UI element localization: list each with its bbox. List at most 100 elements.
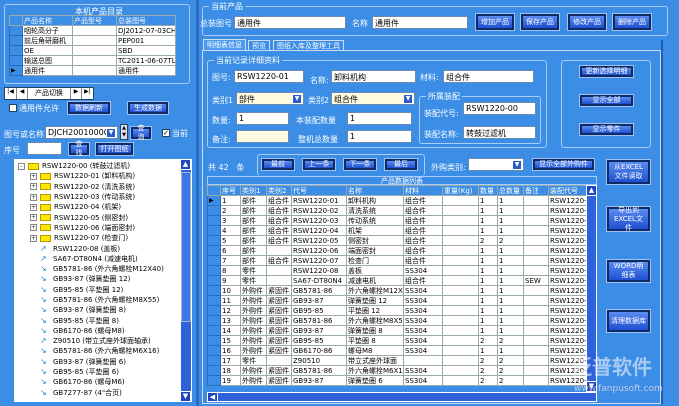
add-product-button[interactable]: 增加产品 bbox=[476, 14, 514, 30]
assembly-code-input[interactable]: RSW1220-00 bbox=[463, 102, 536, 115]
show-all-purchased-button[interactable]: 显示全部外购件 bbox=[533, 159, 594, 170]
tree-node[interactable]: + RSW1220-03 (传动系统) bbox=[18, 192, 181, 202]
assembly-tree[interactable]: - RSW1220-00 (转鼓过滤机) + RSW1220-01 (卸料机构) + RS… bbox=[14, 159, 181, 402]
row-selector[interactable] bbox=[207, 345, 221, 356]
row-selector[interactable] bbox=[207, 325, 221, 336]
category1-select[interactable]: 部件 ▼ bbox=[236, 92, 304, 105]
chevron-down-icon[interactable]: ▼ bbox=[106, 128, 116, 138]
column-header[interactable]: 总数量 bbox=[497, 185, 524, 196]
tree-node[interactable]: + RSW1220-04 (机架) bbox=[18, 202, 181, 212]
table-row[interactable]: 7部件组合件RSW1220-07检查门组合件11RSW1220-00 bbox=[207, 255, 587, 266]
first-record-button[interactable]: 最前 bbox=[262, 159, 294, 170]
export-excel-button[interactable]: 导出到EXCEL文件 bbox=[607, 206, 650, 232]
tree-node[interactable]: ↘ GB93-87 (弹簧垫圈 8) bbox=[18, 305, 181, 315]
tree-node[interactable]: + RSW1220-01 (卸料机构) bbox=[18, 171, 181, 181]
expand-icon[interactable]: + bbox=[30, 214, 37, 222]
generate-data-button[interactable]: 生成数据 bbox=[128, 102, 168, 114]
table-row[interactable]: 4部件组合件RSW1220-04机架组合件11RSW1220-00 bbox=[207, 225, 587, 236]
table-row[interactable]: 5部件组合件RSW1220-05侧密封组合件22RSW1220-00 bbox=[207, 235, 587, 246]
tree-node[interactable]: ↗ SA67-DT80N4 (减速电机) bbox=[18, 254, 181, 264]
tree-node[interactable]: ↘ GB95-85 (平垫圈 6) bbox=[18, 367, 181, 377]
nav-prev-button[interactable]: ◀ bbox=[17, 88, 28, 99]
word-detail-button[interactable]: WORD明细表 bbox=[607, 260, 650, 282]
row-selector[interactable] bbox=[207, 235, 221, 246]
table-row[interactable]: 10 外购件 紧固件 GB5781-86 外六角螺栓M12X SS304 1 1 RSW1220… bbox=[207, 285, 587, 296]
tree-node[interactable]: ↗ Z90510 (带立式座外球面轴承) bbox=[18, 336, 181, 346]
query-button[interactable]: 查询 bbox=[131, 124, 151, 141]
column-header[interactable]: 材料 bbox=[403, 185, 443, 196]
row-selector[interactable]: ▶ bbox=[9, 65, 23, 76]
tree-node[interactable]: + RSW1220-02 (清洗系统) bbox=[18, 182, 181, 192]
table-row[interactable]: 12外购件紧固件GB95-85平垫圈 12SS304 11 RSW1220-00 bbox=[207, 305, 587, 316]
row-selector[interactable] bbox=[207, 315, 221, 326]
tree-node[interactable]: - RSW1220-00 (转鼓过滤机) bbox=[18, 161, 181, 171]
grid-hscrollbar[interactable] bbox=[207, 392, 597, 402]
delete-product-button[interactable]: 删除产品 bbox=[613, 14, 651, 30]
tree-node[interactable]: ↘ GB6170-86 (螺母M6) bbox=[18, 377, 181, 387]
drawing-no-input[interactable]: RSW1220-01 bbox=[234, 70, 304, 83]
table-row[interactable]: 6部件 RSW1220-06端面密封组合件 11 RSW1220-00 bbox=[207, 245, 587, 256]
column-header[interactable]: 备注 bbox=[523, 185, 549, 196]
scroll-left-icon[interactable]: ◀ bbox=[207, 392, 218, 402]
row-selector[interactable] bbox=[207, 265, 221, 276]
last-record-button[interactable]: 最后 bbox=[385, 159, 417, 170]
tree-node[interactable]: ↘ GB5781-86 (外六角螺栓M12X40) bbox=[18, 264, 181, 274]
expand-icon[interactable]: + bbox=[30, 224, 37, 232]
col-header[interactable]: 总装图号 bbox=[116, 15, 176, 26]
tree-node[interactable]: ↗ RSW1220-08 (盖板) bbox=[18, 243, 181, 253]
common-parts-checkbox[interactable] bbox=[9, 104, 17, 112]
seq-input[interactable] bbox=[27, 142, 62, 155]
table-row[interactable]: 14外购件紧固件GB93-87弹簧垫圈 8SS304 11 RSW1220-00 bbox=[207, 325, 587, 336]
table-row[interactable]: 9零件SA67-DT80N4减速电机组合件11SEWRSW1220-00 bbox=[207, 275, 587, 286]
row-selector[interactable] bbox=[207, 295, 221, 306]
product-name-input[interactable]: 通用件 bbox=[372, 16, 468, 29]
catalog-row[interactable]: 输送总图 TC2011-06-07TL bbox=[9, 55, 176, 66]
table-row[interactable]: 16外购件紧固件GB6170-86螺母M8SS304 11 RSW1220-00 bbox=[207, 345, 587, 356]
purchase-category-select[interactable]: ▼ bbox=[468, 158, 524, 171]
col-header[interactable]: 产品名称 bbox=[22, 15, 73, 26]
column-header[interactable]: 名称 bbox=[346, 185, 404, 196]
current-checkbox[interactable]: ✓ bbox=[162, 129, 170, 137]
row-selector[interactable] bbox=[207, 215, 221, 226]
row-selector[interactable] bbox=[207, 355, 221, 366]
table-row[interactable]: 19外购件紧固件GB93-87弹簧垫圈 6SS30422RSW1220-00 bbox=[207, 375, 587, 386]
row-selector[interactable] bbox=[207, 275, 221, 286]
tree-node[interactable]: ↘ GB95-85 (平垫圈 8) bbox=[18, 315, 181, 325]
material-input[interactable]: 组合件 bbox=[443, 70, 534, 83]
row-selector[interactable] bbox=[207, 245, 221, 256]
tree-node[interactable]: ↘ GB93-87 (弹簧垫圈 12) bbox=[18, 274, 181, 284]
next-record-button[interactable]: 下一条 bbox=[344, 159, 376, 170]
tree-node[interactable]: ↘ GB5781-86 (外六角螺栓M8X55) bbox=[18, 295, 181, 305]
table-row[interactable]: 18 外购件 紧固件 GB5781-86 外六角螺栓M6X1 SS304 2 2 RSW1220… bbox=[207, 365, 587, 376]
name-input[interactable]: 卸料机构 bbox=[331, 70, 416, 83]
import-excel-button[interactable]: 从EXCEL文件读取 bbox=[607, 160, 650, 184]
clean-database-button[interactable]: 清理数据库 bbox=[607, 310, 650, 332]
catalog-row[interactable]: 咽轮高分子 DJ2012-07-03CH bbox=[9, 25, 176, 36]
assembly-name-input[interactable]: 转鼓过滤机 bbox=[463, 126, 536, 139]
refresh-data-button[interactable]: 数据刷新 bbox=[68, 102, 110, 114]
modify-product-button[interactable]: 修改产品 bbox=[568, 14, 606, 30]
table-row[interactable]: 15外购件紧固件GB95-85平垫圈 8SS304 22 RSW1220-00 bbox=[207, 335, 587, 346]
table-row[interactable]: 13 外购件 紧固件 GB5781-86 外六角螺栓M8X5 SS304 1 1 RSW1220… bbox=[207, 315, 587, 326]
table-row[interactable]: 3部件组合件RSW1220-03传动系统组合件11RSW1220-00 bbox=[207, 215, 587, 226]
nav-last-button[interactable]: ▶| bbox=[81, 88, 93, 99]
expand-icon[interactable]: + bbox=[30, 172, 37, 180]
scroll-down-icon[interactable]: ▼ bbox=[180, 391, 191, 402]
category2-select[interactable]: 组合件 ▼ bbox=[331, 92, 415, 105]
row-selector[interactable]: ▶ bbox=[207, 195, 221, 206]
row-selector[interactable] bbox=[9, 55, 23, 66]
update-detail-button[interactable]: 更新选择明细 bbox=[580, 66, 633, 77]
assembly-qty-input[interactable]: 1 bbox=[347, 112, 412, 125]
prev-record-button[interactable]: 上一条 bbox=[303, 159, 335, 170]
column-header[interactable]: 重量(Kg) bbox=[442, 185, 479, 196]
expand-icon[interactable]: + bbox=[30, 193, 37, 201]
tree-node[interactable]: ↘ GB7277-87 (4"合页) bbox=[18, 388, 181, 398]
row-selector[interactable] bbox=[9, 45, 23, 56]
scroll-up-icon[interactable]: ▲ bbox=[586, 185, 597, 196]
row-selector[interactable] bbox=[207, 305, 221, 316]
catalog-row[interactable]: ▶ 通用件 通用件 bbox=[9, 65, 176, 76]
nav-first-button[interactable]: |◀ bbox=[5, 88, 17, 99]
spin-buttons[interactable]: ▲ ▼ bbox=[120, 124, 128, 140]
table-row[interactable]: 11外购件紧固件GB93-87弹簧垫圈 12SS30411RSW1220-00 bbox=[207, 295, 587, 306]
remark-input[interactable] bbox=[236, 130, 289, 143]
